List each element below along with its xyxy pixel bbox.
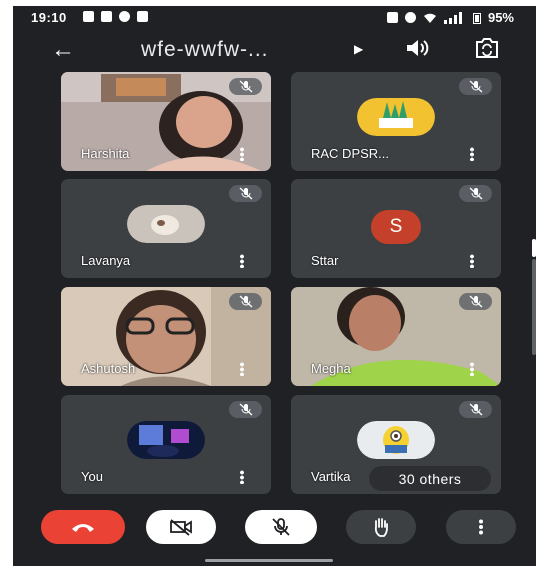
camera-toggle-button[interactable] <box>146 510 216 544</box>
more-vert-icon[interactable] <box>470 254 474 268</box>
participant-tile-lavanya[interactable]: Lavanya <box>61 179 271 278</box>
more-vert-icon <box>479 519 483 535</box>
call-header: ← wfe-wwfw-... ▶ <box>13 34 536 70</box>
mic-off-icon <box>239 187 252 200</box>
status-right: 95% <box>386 10 514 25</box>
meet-call-screen: 19:10 95% ← wfe-wwfw-... ▶ Harshita RAC … <box>13 6 536 566</box>
mic-off-icon <box>469 295 482 308</box>
scrollbar-thumb[interactable] <box>532 239 536 257</box>
participant-avatar: S <box>371 210 421 244</box>
nfc-icon <box>386 12 398 23</box>
notification-icons <box>83 11 148 22</box>
speaker-icon[interactable] <box>405 38 431 63</box>
scrollbar-track[interactable] <box>532 259 536 355</box>
wifi-icon <box>423 13 436 23</box>
participant-name: Harshita <box>81 146 130 161</box>
end-call-icon <box>72 524 94 532</box>
more-options-button[interactable] <box>446 510 516 544</box>
status-bar: 19:10 95% <box>13 6 536 30</box>
cast-notification-icon <box>101 11 112 22</box>
more-vert-icon[interactable] <box>240 147 244 161</box>
meeting-title[interactable]: wfe-wwfw-... <box>141 38 269 62</box>
mic-off-badge <box>459 401 492 418</box>
mic-off-icon <box>469 187 482 200</box>
mic-off-icon <box>272 518 290 536</box>
mic-off-badge <box>229 293 262 310</box>
participant-tile-you[interactable]: You <box>61 395 271 494</box>
call-controls <box>13 506 536 550</box>
mic-off-badge <box>229 78 262 95</box>
participant-name: Ashutosh <box>81 361 136 376</box>
end-call-button[interactable] <box>41 510 125 544</box>
mic-toggle-button[interactable] <box>245 510 317 544</box>
camera-off-icon <box>170 519 192 536</box>
participant-name: Lavanya <box>81 253 131 268</box>
mic-off-badge <box>459 78 492 95</box>
mic-off-badge <box>229 185 262 202</box>
participant-avatar <box>127 421 205 459</box>
more-vert-icon[interactable] <box>240 362 244 376</box>
more-vert-icon[interactable] <box>240 254 244 268</box>
battery-percent: 95% <box>487 10 514 25</box>
home-indicator[interactable] <box>205 559 333 562</box>
settings-notification-icon <box>83 11 94 22</box>
mic-off-badge <box>459 293 492 310</box>
mic-off-icon <box>239 295 252 308</box>
participant-name: Vartika <box>311 469 351 484</box>
whatsapp-notification-icon <box>119 11 130 22</box>
youtube-notification-icon <box>137 11 148 22</box>
battery-icon <box>472 12 481 24</box>
status-time: 19:10 <box>31 10 67 25</box>
participant-tile-harshita[interactable]: Harshita <box>61 72 271 171</box>
signal-icon <box>443 11 462 24</box>
participant-avatar <box>127 205 205 243</box>
participant-avatar <box>357 98 435 136</box>
mic-off-icon <box>239 403 252 416</box>
mic-off-icon <box>239 80 252 93</box>
alarm-icon <box>404 12 416 23</box>
participant-tile-rac-dpsr[interactable]: RAC DPSR... <box>291 72 501 171</box>
participant-name: You <box>81 469 103 484</box>
switch-camera-icon[interactable] <box>473 36 501 66</box>
more-vert-icon[interactable] <box>240 470 244 484</box>
participant-name: Megha <box>311 361 351 376</box>
raise-hand-button[interactable] <box>346 510 416 544</box>
hand-raise-icon <box>374 518 388 537</box>
mic-off-icon <box>469 80 482 93</box>
participant-tile-megha[interactable]: Megha <box>291 287 501 386</box>
participant-name: RAC DPSR... <box>311 146 390 161</box>
participant-name: Sttar <box>311 253 339 268</box>
others-count-pill[interactable]: 30 others <box>369 466 491 491</box>
more-vert-icon[interactable] <box>470 147 474 161</box>
back-arrow-icon[interactable]: ← <box>51 36 75 64</box>
more-vert-icon[interactable] <box>470 362 474 376</box>
mic-off-badge <box>229 401 262 418</box>
participant-avatar <box>357 421 435 459</box>
mic-off-badge <box>459 185 492 202</box>
mic-off-icon <box>469 403 482 416</box>
play-icon[interactable]: ▶ <box>354 42 363 56</box>
participant-tile-sttar[interactable]: S Sttar <box>291 179 501 278</box>
participant-tile-ashutosh[interactable]: Ashutosh <box>61 287 271 386</box>
